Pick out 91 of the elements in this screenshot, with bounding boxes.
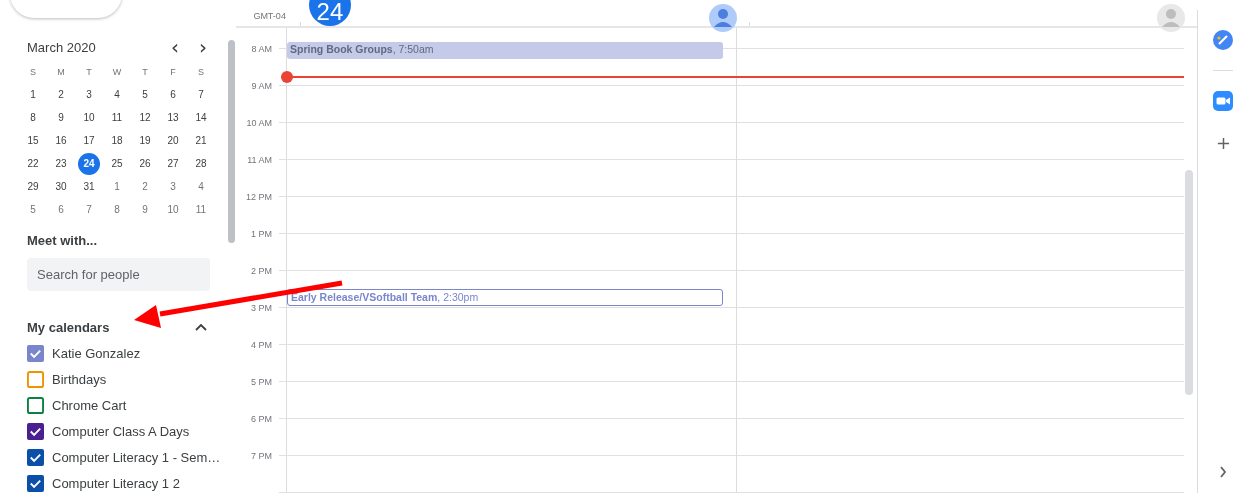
- hour-label: 11 AM: [247, 154, 272, 166]
- previous-month-button[interactable]: ‹: [161, 38, 189, 56]
- calendar-day[interactable]: 28: [190, 152, 212, 175]
- checkbox[interactable]: [27, 396, 44, 414]
- checkbox[interactable]: [27, 344, 44, 362]
- checkbox[interactable]: [27, 448, 44, 466]
- calendar-day[interactable]: 29: [22, 175, 44, 198]
- hour-label: 8 AM: [251, 43, 272, 55]
- calendar-day[interactable]: 24: [78, 152, 100, 175]
- calendar-day[interactable]: 9: [50, 106, 72, 129]
- section-title: Meet with...: [27, 233, 99, 248]
- scrollbar[interactable]: [1185, 170, 1193, 395]
- hour-label: 4 PM: [251, 339, 272, 351]
- calendar-day[interactable]: 10: [162, 198, 184, 221]
- calendar-day[interactable]: 8: [106, 198, 128, 221]
- calendar-day[interactable]: 19: [134, 129, 156, 152]
- calendar-name: Computer Class A Days: [52, 423, 190, 439]
- calendar-day[interactable]: 31: [78, 175, 100, 198]
- calendar-day[interactable]: 14: [190, 106, 212, 129]
- calendar-day[interactable]: 4: [106, 83, 128, 106]
- weekday-label: T: [141, 65, 149, 79]
- calendar-name: Katie Gonzalez: [52, 345, 141, 361]
- hour-label: 7 PM: [251, 450, 272, 462]
- video-camera-icon[interactable]: [1213, 91, 1233, 111]
- calendar-day[interactable]: 15: [22, 129, 44, 152]
- search-field[interactable]: Search for people: [27, 258, 210, 291]
- calendar-day[interactable]: 7: [190, 83, 212, 106]
- calendar-day[interactable]: 1: [106, 175, 128, 198]
- calendar-day[interactable]: 6: [50, 198, 72, 221]
- calendar-day[interactable]: 1: [22, 83, 44, 106]
- calendar-day[interactable]: 17: [78, 129, 100, 152]
- calendar-day[interactable]: 3: [162, 175, 184, 198]
- chevron-icon[interactable]: [195, 323, 207, 331]
- calendar-day[interactable]: 7: [78, 198, 100, 221]
- calendar-day[interactable]: 2: [134, 175, 156, 198]
- next-month-button[interactable]: ›: [189, 38, 217, 56]
- calendar-day[interactable]: 20: [162, 129, 184, 152]
- calendar-day[interactable]: 27: [162, 152, 184, 175]
- weekday-label: S: [29, 65, 37, 79]
- scrollbar[interactable]: [228, 40, 235, 243]
- hour-label: 5 PM: [251, 376, 272, 388]
- month-title: March 2020: [27, 39, 97, 55]
- calendar-day[interactable]: 9: [134, 198, 156, 221]
- hour-label: 1 PM: [251, 228, 272, 240]
- calendar-day[interactable]: 16: [50, 129, 72, 152]
- weekday-label: W: [111, 65, 123, 79]
- calendar-day[interactable]: 5: [22, 198, 44, 221]
- calendar-day[interactable]: 30: [50, 175, 72, 198]
- weekday-label: M: [56, 65, 66, 79]
- checkbox[interactable]: [27, 370, 44, 388]
- hour-label: 6 PM: [251, 413, 272, 425]
- calendar-day[interactable]: 21: [190, 129, 212, 152]
- checkbox[interactable]: [27, 474, 44, 492]
- calendar-day[interactable]: 6: [162, 83, 184, 106]
- weekday-label: F: [169, 65, 177, 79]
- hour-label: 9 AM: [251, 80, 272, 92]
- calendar-day[interactable]: 4: [190, 175, 212, 198]
- calendar-day[interactable]: 10: [78, 106, 100, 129]
- date-badge[interactable]: 24: [308, 0, 351, 26]
- calendar-day[interactable]: 22: [22, 152, 44, 175]
- checkbox[interactable]: [27, 422, 44, 440]
- calendar-day[interactable]: 2: [50, 83, 72, 106]
- timezone-label: GMT-04: [253, 11, 286, 21]
- tasks-icon[interactable]: [1213, 30, 1233, 50]
- weekday-label: T: [85, 65, 93, 79]
- calendar-day[interactable]: 26: [134, 152, 156, 175]
- hour-label: 12 PM: [246, 191, 272, 203]
- calendar-day[interactable]: 12: [134, 106, 156, 129]
- hour-label: 2 PM: [251, 265, 272, 277]
- hour-label: 3 PM: [251, 302, 272, 314]
- calendar-day[interactable]: 3: [78, 83, 100, 106]
- calendar-name: Chrome Cart: [52, 397, 127, 413]
- calendar-day[interactable]: 11: [190, 198, 212, 221]
- calendar-day[interactable]: 25: [106, 152, 128, 175]
- weekday-label: S: [197, 65, 205, 79]
- calendar-name: Computer Literacy 1 - Sem…: [52, 449, 221, 465]
- calendar-name: Birthdays: [52, 371, 107, 387]
- add-icon[interactable]: [1216, 137, 1230, 150]
- section-title: My calendars: [27, 319, 111, 335]
- event-chip[interactable]: Spring Book Groups, 7:50am: [287, 42, 723, 59]
- calendar-day[interactable]: 8: [22, 106, 44, 129]
- calendar-day[interactable]: 11: [106, 106, 128, 129]
- calendar-day[interactable]: 18: [106, 129, 128, 152]
- calendar-day[interactable]: 23: [50, 152, 72, 175]
- hour-label: 10 AM: [246, 117, 272, 129]
- chevron-icon[interactable]: [1219, 466, 1227, 478]
- calendar-day[interactable]: 5: [134, 83, 156, 106]
- calendar-name: Computer Literacy 1 2: [52, 475, 180, 491]
- calendar-day[interactable]: 13: [162, 106, 184, 129]
- event-chip[interactable]: Early Release/VSoftball Team, 2:30pm: [287, 289, 723, 306]
- avatar-icon[interactable]: [708, 4, 737, 32]
